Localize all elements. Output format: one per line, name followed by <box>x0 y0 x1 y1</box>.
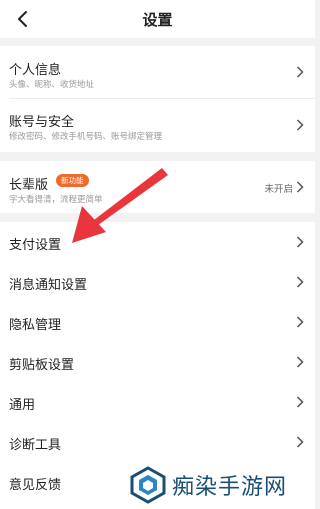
row-diagnostic-tools[interactable]: 诊断工具 <box>0 422 315 462</box>
chevron-right-icon <box>296 119 304 131</box>
chevron-right-icon <box>296 316 304 328</box>
row-account-security[interactable]: 账号与安全 修改密码、修改手机号码、账号绑定管理 <box>0 99 315 152</box>
row-payment-settings[interactable]: 支付设置 <box>0 222 315 262</box>
row-notification-settings[interactable]: 消息通知设置 <box>0 262 315 302</box>
chevron-right-icon <box>296 356 304 368</box>
row-subtitle: 字大看得清，流程更简单 <box>9 195 103 205</box>
row-label: 个人信息 <box>9 63 62 78</box>
watermark-text: 痴染手游网 <box>172 475 288 500</box>
page-title: 设置 <box>142 11 173 29</box>
row-personal-info[interactable]: 个人信息 头像、昵称、收货地址 <box>0 46 315 98</box>
row-privacy-management[interactable]: 隐私管理 <box>0 302 315 342</box>
row-label: 剪贴板设置 <box>9 358 75 373</box>
row-elder-mode[interactable]: 长辈版 新功能 字大看得清，流程更简单 未开启 <box>0 161 315 213</box>
row-label: 消息通知设置 <box>9 278 88 293</box>
row-label: 诊断工具 <box>9 438 62 453</box>
row-label: 意见反馈 <box>9 478 62 493</box>
settings-group-elder: 长辈版 新功能 字大看得清，流程更简单 未开启 <box>0 161 315 213</box>
watermark-logo-icon <box>130 466 166 504</box>
watermark: 痴染手游网 <box>118 461 315 509</box>
new-feature-badge: 新功能 <box>56 174 89 187</box>
chevron-right-icon <box>296 436 304 448</box>
chevron-right-icon <box>296 276 304 288</box>
row-subtitle: 修改密码、修改手机号码、账号绑定管理 <box>9 132 163 142</box>
row-label: 通用 <box>9 398 36 413</box>
row-general[interactable]: 通用 <box>0 382 315 422</box>
chevron-right-icon <box>296 236 304 248</box>
chevron-right-icon <box>296 181 304 193</box>
row-subtitle: 头像、昵称、收货地址 <box>9 80 95 90</box>
chevron-right-icon <box>296 66 304 78</box>
row-label: 支付设置 <box>9 238 62 253</box>
row-clipboard-settings[interactable]: 剪贴板设置 <box>0 342 315 382</box>
row-label: 长辈版 <box>9 178 49 193</box>
chevron-right-icon <box>296 396 304 408</box>
row-label: 隐私管理 <box>9 318 62 333</box>
row-label: 账号与安全 <box>9 115 75 130</box>
header-bar: 设置 <box>0 0 315 38</box>
row-status-value: 未开启 <box>264 184 293 195</box>
settings-group-account: 个人信息 头像、昵称、收货地址 账号与安全 修改密码、修改手机号码、账号绑定管理 <box>0 46 315 152</box>
